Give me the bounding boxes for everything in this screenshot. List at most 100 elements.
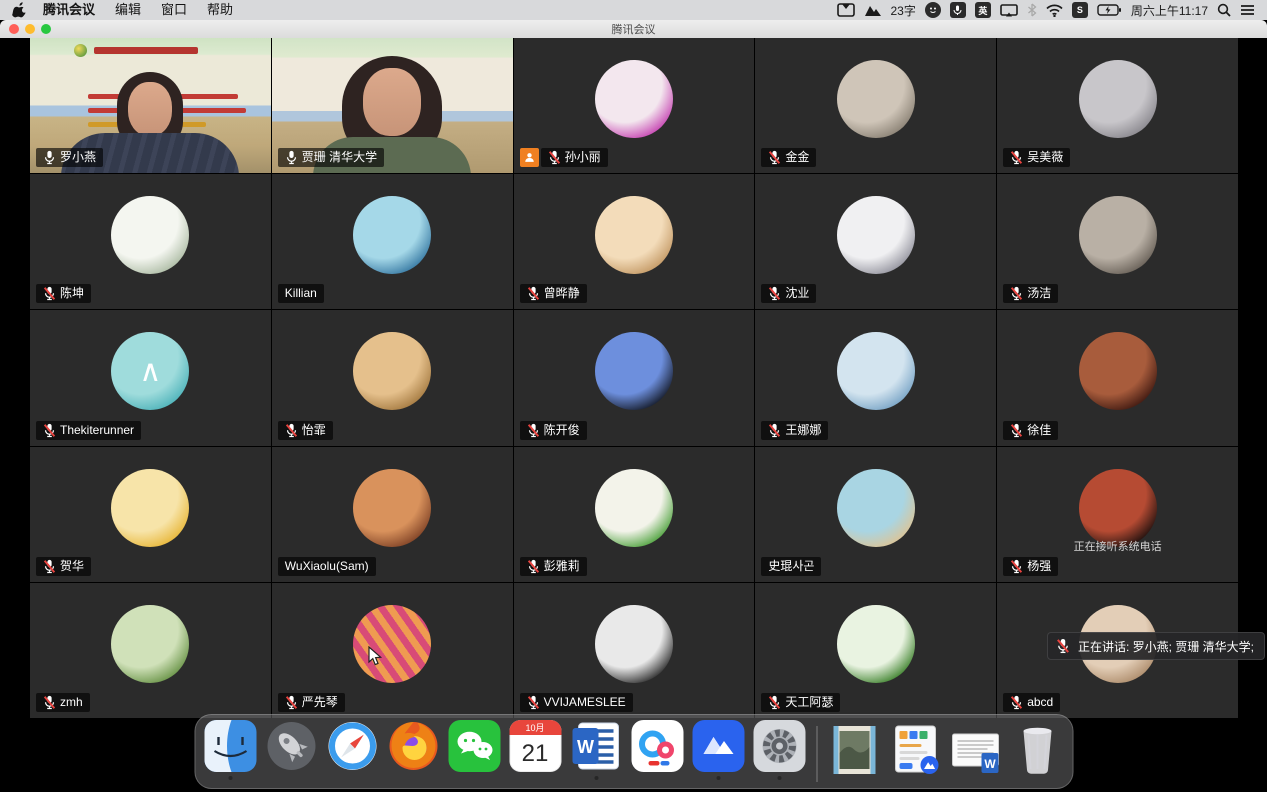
menu-app-name[interactable]: 腾讯会议	[33, 0, 105, 20]
wifi-icon[interactable]	[1046, 4, 1063, 17]
participant-name: 王娜娜	[785, 423, 821, 438]
participant-label: abcd	[1003, 693, 1060, 712]
muted-mic-icon	[43, 286, 56, 301]
participant-tile[interactable]: 沈业	[755, 174, 996, 309]
participant-tile[interactable]: 陈开俊	[514, 310, 755, 445]
dock-separator	[816, 726, 817, 782]
sogou-emoji-icon[interactable]	[925, 2, 941, 18]
window-title-bar[interactable]: 腾讯会议	[0, 20, 1267, 39]
muted-mic-icon	[1010, 559, 1023, 574]
dock-item-meeting-window-thumbnail[interactable]	[889, 720, 941, 780]
participant-name: 吴美薇	[1027, 150, 1063, 165]
participant-name-chip: 吴美薇	[1003, 148, 1070, 167]
participant-name: 徐佳	[1027, 423, 1051, 438]
dock-item-tencent-meeting-icon[interactable]	[692, 720, 744, 780]
ime-word-count[interactable]: 23字	[891, 2, 916, 19]
participant-tile[interactable]: 彭雅莉	[514, 447, 755, 582]
close-window-button[interactable]	[9, 24, 19, 34]
airplay-display-icon[interactable]	[1000, 4, 1018, 17]
participant-tile[interactable]: 贾珊 清华大学	[272, 38, 513, 173]
menu-list-icon[interactable]	[1240, 4, 1255, 16]
participant-name-chip: 王娜娜	[761, 421, 828, 440]
dock: 10月21WW	[194, 714, 1073, 789]
zoom-window-button[interactable]	[41, 24, 51, 34]
menu-window[interactable]: 窗口	[151, 0, 197, 20]
participant-tile[interactable]: 孙小丽	[514, 38, 755, 173]
participant-avatar	[1079, 196, 1157, 274]
participant-name-chip: 史琨사곤	[761, 557, 821, 576]
participant-label: 贾珊 清华大学	[278, 148, 384, 167]
dock-item-firefox-icon[interactable]	[387, 720, 439, 780]
menu-edit[interactable]: 编辑	[105, 0, 151, 20]
participant-tile[interactable]: 汤洁	[997, 174, 1238, 309]
participant-tile[interactable]: 曾晔静	[514, 174, 755, 309]
muted-mic-icon	[527, 695, 540, 710]
muted-mic-icon	[1056, 638, 1070, 654]
participant-name-chip: 汤洁	[1003, 284, 1058, 303]
participant-name: 金金	[785, 150, 809, 165]
participant-avatar	[837, 469, 915, 547]
dock-item-finder-icon[interactable]	[204, 720, 256, 780]
speaking-toast-text: 正在讲话: 罗小燕; 贾珊 清华大学;	[1078, 638, 1254, 655]
participant-tile[interactable]: Killian	[272, 174, 513, 309]
spotlight-search-icon[interactable]	[1217, 3, 1231, 17]
participant-avatar: ∧	[111, 332, 189, 410]
minimize-window-button[interactable]	[25, 24, 35, 34]
participant-name: 陈坤	[60, 286, 84, 301]
muted-mic-icon	[768, 695, 781, 710]
dock-item-calendar-icon[interactable]: 10月21	[509, 720, 561, 780]
participant-tile[interactable]: 徐佳	[997, 310, 1238, 445]
participant-tile[interactable]: 吴美薇	[997, 38, 1238, 173]
participant-tile[interactable]: 正在接听系统电话杨强	[997, 447, 1238, 582]
dock-item-launchpad-icon[interactable]	[265, 720, 317, 780]
participant-name: 罗小燕	[60, 150, 96, 165]
participant-tile[interactable]: VVIJAMESLEE	[514, 583, 755, 718]
hand-raised-badge	[520, 148, 539, 167]
microphone-menubar-icon[interactable]	[950, 2, 966, 18]
participant-tile[interactable]: 天工阿瑟	[755, 583, 996, 718]
sogou-s-icon[interactable]: S	[1072, 2, 1088, 18]
participant-name: 沈业	[785, 286, 809, 301]
participant-name-chip: 罗小燕	[36, 148, 103, 167]
participant-name-chip: VVIJAMESLEE	[520, 693, 633, 712]
dock-item-painting-window-thumbnail[interactable]	[828, 720, 880, 780]
dock-item-baidu-netdisk-icon[interactable]	[631, 720, 683, 780]
participant-tile[interactable]: 怡霏	[272, 310, 513, 445]
participant-label: VVIJAMESLEE	[520, 693, 633, 712]
participant-tile[interactable]: 罗小燕	[30, 38, 271, 173]
bluetooth-icon[interactable]	[1027, 3, 1037, 17]
screen-mirroring-icon[interactable]	[837, 3, 855, 17]
dock-item-wechat-icon[interactable]	[448, 720, 500, 780]
tencent-meeting-menubar-icon[interactable]	[864, 4, 882, 17]
participant-tile[interactable]: 史琨사곤	[755, 447, 996, 582]
menubar-clock[interactable]: 周六上午11:17	[1131, 2, 1208, 19]
participant-avatar	[1079, 60, 1157, 138]
participant-label: WuXiaolu(Sam)	[278, 557, 376, 576]
menu-help[interactable]: 帮助	[197, 0, 243, 20]
participant-tile[interactable]: zmh	[30, 583, 271, 718]
participant-tile[interactable]: 陈坤	[30, 174, 271, 309]
participant-tile[interactable]: WuXiaolu(Sam)	[272, 447, 513, 582]
participant-tile[interactable]: 金金	[755, 38, 996, 173]
dock-item-word-window-thumbnail[interactable]: W	[950, 720, 1002, 780]
participant-name: abcd	[1027, 695, 1053, 710]
participant-tile[interactable]: 严先琴	[272, 583, 513, 718]
muted-mic-icon	[527, 423, 540, 438]
dock-item-system-preferences-icon[interactable]	[753, 720, 805, 780]
desktop: 腾讯会议 编辑 窗口 帮助 23字 英	[0, 0, 1267, 792]
participant-avatar	[595, 605, 673, 683]
participant-tile[interactable]: ∧Thekiterunner	[30, 310, 271, 445]
dock-item-word-icon[interactable]: W	[570, 720, 622, 780]
apple-menu-icon[interactable]	[12, 2, 27, 18]
participant-label: 严先琴	[278, 693, 345, 712]
participant-label: 沈业	[761, 284, 816, 303]
participant-name-chip: 贺华	[36, 557, 91, 576]
battery-icon[interactable]	[1097, 4, 1122, 16]
participant-name: 史琨사곤	[768, 559, 814, 574]
participant-tile[interactable]: 贺华	[30, 447, 271, 582]
input-language-icon[interactable]: 英	[975, 2, 991, 18]
dock-item-trash-icon[interactable]	[1011, 720, 1063, 780]
participant-label: Killian	[278, 284, 324, 303]
participant-tile[interactable]: 王娜娜	[755, 310, 996, 445]
dock-item-safari-icon[interactable]	[326, 720, 378, 780]
